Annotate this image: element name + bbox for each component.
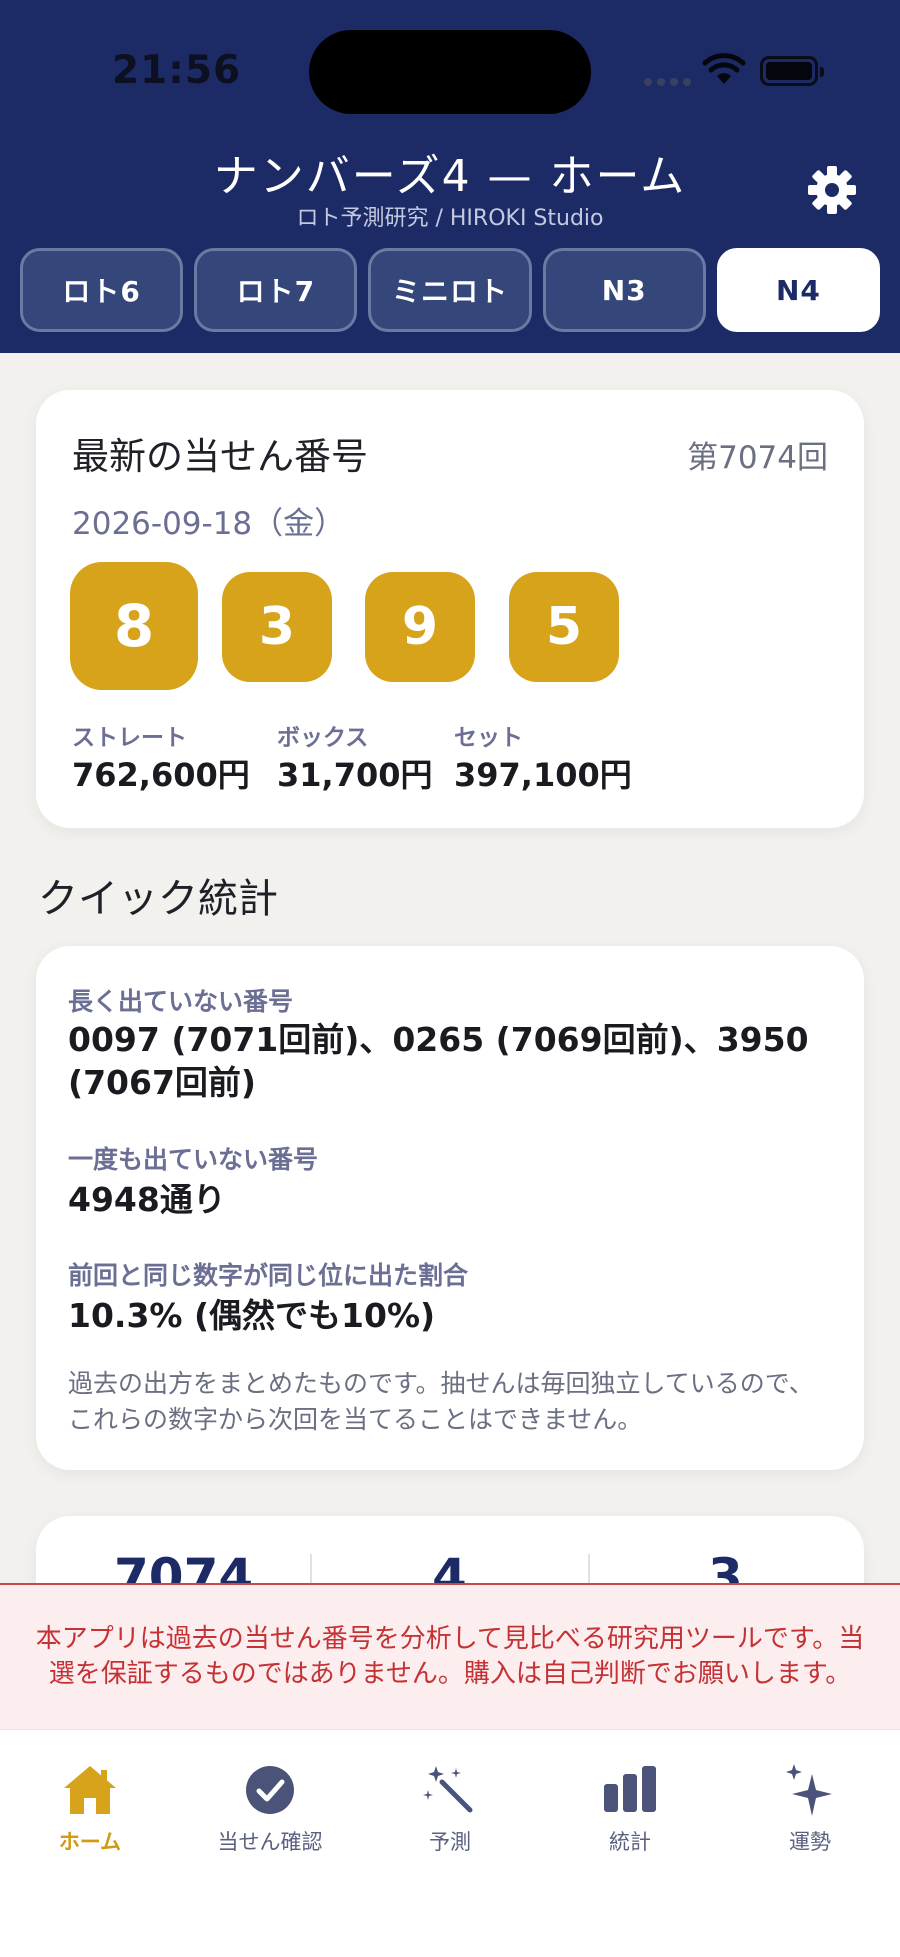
draw-date: 2026-09-18（金） [72,506,346,542]
tabbar-item-stats[interactable]: 統計 [540,1760,720,1856]
tabbar-item-fortune[interactable]: 運勢 [720,1760,900,1856]
tab-miniloto[interactable]: ミニロト [368,248,532,332]
cellular-signal-icon [644,78,691,86]
status-time: 21:56 [112,48,242,93]
lottery-tabs: ロト6 ロト7 ミニロト N3 N4 [20,248,881,332]
stat-label-repeat-rate: 前回と同じ数字が同じ位に出た割合 [68,1261,469,1290]
app-header: 21:56 ナンバーズ4 — ホーム ロト予測研究 / HIROKI Studi… [0,0,900,353]
draw-number: 第7074回 [687,440,828,476]
tabbar-item-predict[interactable]: 予測 [360,1760,540,1856]
tab-loto6[interactable]: ロト6 [20,248,184,332]
prize-label-box: ボックス [277,725,369,751]
stat-label-cold-numbers: 長く出ていない番号 [68,987,294,1016]
disclaimer-text: 本アプリは過去の当せん番号を分析して見比べる研究用ツールです。当選を保証するもの… [35,1624,865,1689]
sparkles-icon [786,1764,832,1816]
disclaimer-banner: 本アプリは過去の当せん番号を分析して見比べる研究用ツールです。当選を保証するもの… [0,1583,900,1729]
tabbar-item-results[interactable]: 当せん確認 [180,1760,360,1856]
checkmark-circle-icon [246,1766,294,1814]
winning-digit-3: 9 [365,572,475,682]
page-subtitle: ロト予測研究 / HIROKI Studio [296,206,604,231]
latest-result-card[interactable]: 最新の当せん番号 第7074回 2026-09-18（金） 8 3 9 5 スト… [36,390,864,828]
stat-value-repeat-rate: 10.3% (偶然でも10%) [68,1296,436,1335]
stats-note: 過去の出方をまとめたものです。抽せんは毎回独立しているので、これらの数字から次回… [68,1369,814,1434]
tabbar-label: ホーム [58,1830,122,1854]
stat-value-never-drawn: 4948通り [68,1180,226,1219]
tabbar-label: 運勢 [789,1830,831,1854]
prize-label-set: セット [454,725,523,751]
gear-icon[interactable] [806,164,858,216]
tabbar-item-home[interactable]: ホーム [0,1760,180,1856]
tabbar-label: 統計 [609,1830,651,1854]
magic-wand-icon [423,1766,473,1813]
section-title-quick-stats: クイック統計 [38,876,278,922]
bar-chart-icon [604,1766,656,1812]
quick-stats-card: 長く出ていない番号 0097 (7071回前)、0265 (7069回前)、39… [36,946,864,1470]
dynamic-island [309,30,591,114]
prize-value-set: 397,100円 [454,756,632,794]
tabbar-label: 予測 [429,1830,471,1854]
prize-label-straight: ストレート [72,725,187,751]
tab-loto7[interactable]: ロト7 [194,248,358,332]
home-icon [64,1766,116,1814]
bottom-tab-bar: ホーム 当せん確認 予測 統計 運勢 [0,1729,900,1957]
wifi-icon [702,53,746,84]
battery-icon [760,56,824,86]
winning-digit-4: 5 [509,572,619,682]
winning-digit-1: 8 [70,562,198,690]
stat-label-never-drawn: 一度も出ていない番号 [68,1145,319,1174]
prize-value-straight: 762,600円 [72,756,250,794]
tab-n3[interactable]: N3 [542,248,706,332]
winning-digit-2: 3 [222,572,332,682]
tabbar-label: 当せん確認 [217,1830,323,1854]
stat-value-cold-numbers: 0097 (7071回前)、0265 (7069回前)、3950 (7067回前… [68,1020,809,1102]
card-title: 最新の当せん番号 [72,435,368,478]
page-title: ナンバーズ4 — ホーム [213,151,687,202]
prize-value-box: 31,700円 [277,756,433,794]
tab-n4[interactable]: N4 [716,248,881,332]
